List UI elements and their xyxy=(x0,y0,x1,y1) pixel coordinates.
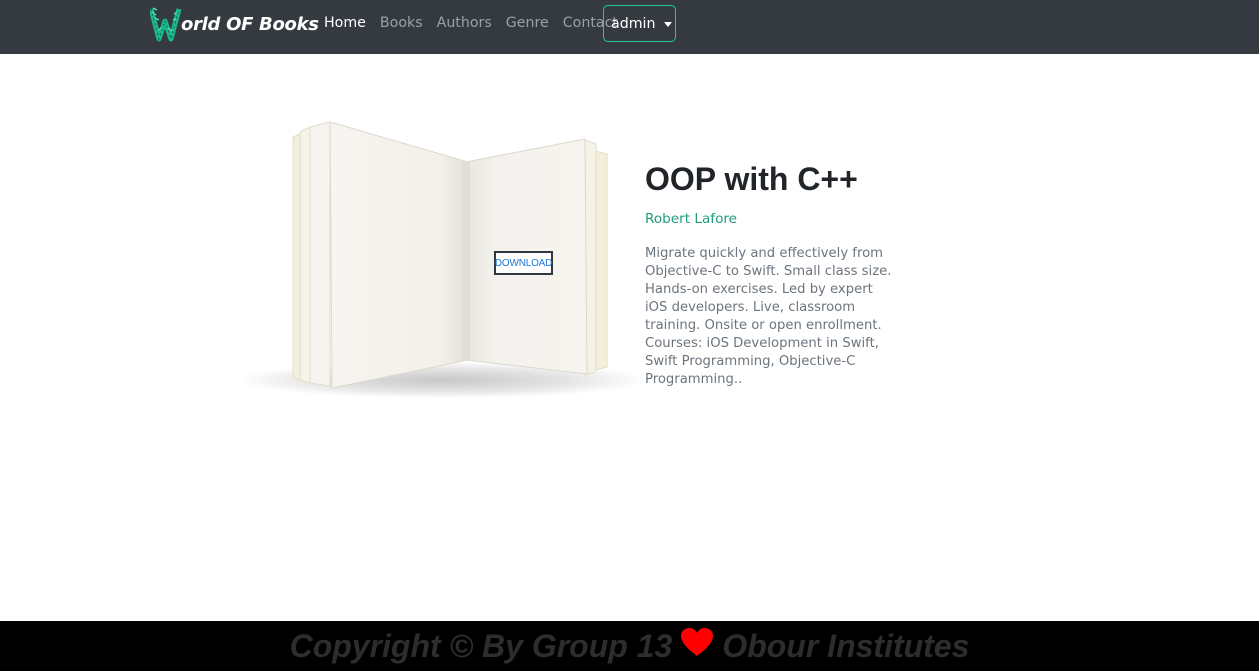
footer-institute-text: Obour Institutes xyxy=(722,627,970,664)
user-dropdown[interactable]: admin xyxy=(603,5,676,42)
footer-copyright: Copyright © By Group 13 Obour Institutes xyxy=(290,627,970,665)
footer-copyright-text: Copyright © By Group 13 xyxy=(289,627,673,664)
nav-menu: Home Books Authors Genre Contact xyxy=(317,0,625,46)
footer: Copyright © By Group 13 Obour Institutes xyxy=(0,621,1259,671)
nav-link-authors[interactable]: Authors xyxy=(430,15,499,31)
book-cover: DOWNLOAD xyxy=(240,110,650,410)
nav-link-books[interactable]: Books xyxy=(373,15,430,31)
nav-link-home[interactable]: Home xyxy=(317,15,373,31)
navbar: orld OF Books Home Books Authors Genre C… xyxy=(0,0,1259,54)
book-author-link[interactable]: Robert Lafore xyxy=(645,211,737,227)
heart-icon xyxy=(680,627,714,665)
download-button[interactable]: DOWNLOAD xyxy=(494,251,553,275)
brand-name: orld OF Books xyxy=(181,14,319,35)
book-description: Migrate quickly and effectively from Obj… xyxy=(645,246,892,387)
brand-logo[interactable]: orld OF Books xyxy=(148,6,319,42)
book-title: OOP with C++ xyxy=(645,161,858,197)
brand-logo-icon xyxy=(148,6,188,42)
nav-link-genre[interactable]: Genre xyxy=(499,15,556,31)
open-book-image xyxy=(292,121,608,389)
user-dropdown-label: admin xyxy=(611,15,656,32)
caret-down-icon xyxy=(664,21,673,27)
